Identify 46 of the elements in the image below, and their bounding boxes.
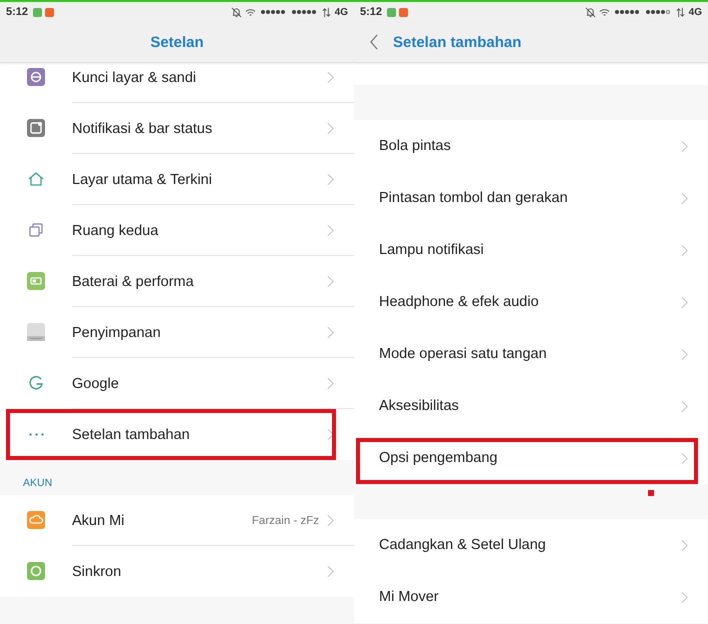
item-label: Akun Mi bbox=[72, 512, 126, 528]
settings-item[interactable]: Ruang kedua bbox=[0, 205, 354, 256]
settings-item[interactable]: Opsi pengembang bbox=[354, 432, 708, 484]
item-label: Pintasan tombol dan gerakan bbox=[379, 190, 569, 206]
item-label: Layar utama & Terkini bbox=[72, 172, 213, 188]
item-label: Setelan tambahan bbox=[72, 426, 191, 442]
item-value: Farzain - zFz bbox=[252, 514, 319, 526]
item-label: Notifikasi & bar status bbox=[72, 120, 214, 136]
settings-item[interactable]: Pintasan tombol dan gerakan bbox=[354, 172, 708, 224]
clock: 5:12 bbox=[360, 6, 382, 18]
network-type: 4G bbox=[688, 6, 702, 18]
item-label: Headphone & efek audio bbox=[379, 294, 540, 310]
screen-title: Setelan tambahan bbox=[393, 34, 522, 50]
network-type: 4G bbox=[334, 6, 348, 18]
item-label: Penyimpanan bbox=[72, 324, 162, 340]
item-label: Ruang kedua bbox=[72, 222, 160, 238]
settings-item[interactable]: Layar utama & Terkini bbox=[0, 154, 354, 205]
item-label: Opsi pengembang bbox=[379, 450, 498, 466]
settings-item[interactable]: Cadangkan & Setel Ulang bbox=[354, 519, 708, 571]
item-label: Aksesibilitas bbox=[379, 398, 460, 414]
settings-item[interactable]: Aksesibilitas bbox=[354, 380, 708, 432]
screen-title: Setelan bbox=[150, 34, 204, 50]
item-label: Mode operasi satu tangan bbox=[379, 346, 548, 362]
settings-item[interactable]: Kunci layar & sandi bbox=[0, 63, 354, 103]
settings-item[interactable]: Akun Mi Farzain - zFz bbox=[0, 495, 354, 546]
item-label: Sinkron bbox=[72, 564, 122, 580]
settings-item[interactable]: Google bbox=[0, 358, 354, 409]
settings-item[interactable]: Sinkron bbox=[0, 546, 354, 597]
settings-item[interactable]: Bola pintas bbox=[354, 120, 708, 172]
item-label: Bola pintas bbox=[379, 138, 452, 154]
settings-item[interactable]: Setelan tambahan bbox=[0, 409, 354, 460]
item-label: Kunci layar & sandi bbox=[72, 70, 198, 86]
settings-item[interactable]: Notifikasi & bar status bbox=[0, 103, 354, 154]
clock: 5:12 bbox=[6, 6, 28, 18]
section-header: AKUN bbox=[23, 477, 52, 489]
settings-item[interactable]: Mi Mover bbox=[354, 571, 708, 623]
settings-item[interactable]: Lampu notifikasi bbox=[354, 224, 708, 276]
settings-item[interactable]: Penyimpanan bbox=[0, 307, 354, 358]
item-label: Cadangkan & Setel Ulang bbox=[379, 537, 547, 553]
settings-item[interactable]: Headphone & efek audio bbox=[354, 276, 708, 328]
item-label: Baterai & performa bbox=[72, 274, 195, 290]
item-label: Google bbox=[72, 376, 120, 392]
settings-item[interactable]: Mode operasi satu tangan bbox=[354, 328, 708, 380]
item-label: Mi Mover bbox=[379, 589, 440, 605]
item-label: Lampu notifikasi bbox=[379, 242, 485, 258]
settings-item[interactable]: Baterai & performa bbox=[0, 256, 354, 307]
